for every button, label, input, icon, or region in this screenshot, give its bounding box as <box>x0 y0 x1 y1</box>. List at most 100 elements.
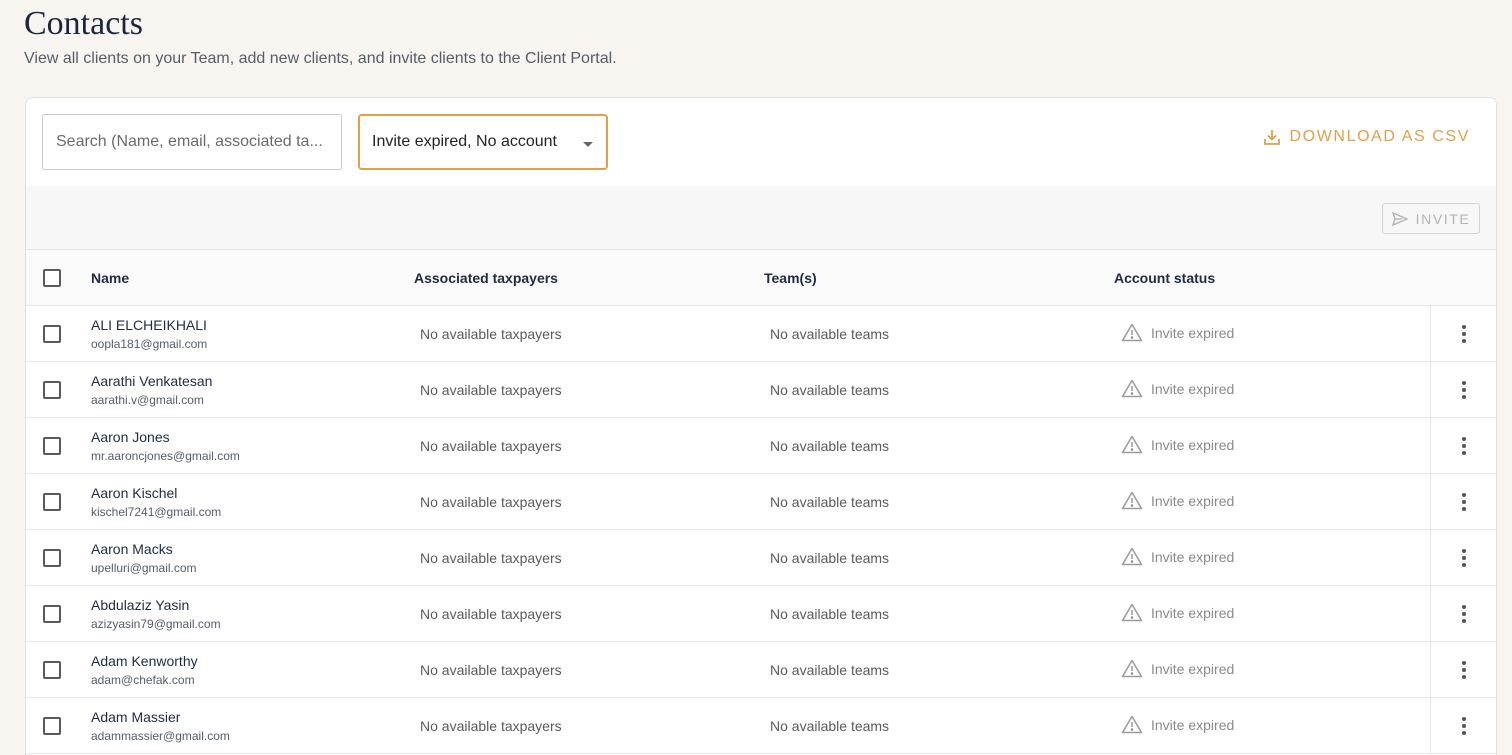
search-input[interactable] <box>42 114 342 170</box>
more-vertical-icon <box>1461 324 1466 343</box>
more-vertical-icon <box>1461 716 1466 735</box>
associated-taxpayers: No available taxpayers <box>420 550 562 566</box>
row-menu-button[interactable] <box>1430 418 1496 473</box>
contact-name[interactable]: Aaron Jones <box>91 429 170 445</box>
status-label: Invite expired <box>1151 548 1235 565</box>
table-row: Aaron Jones mr.aaroncjones@gmail.com No … <box>26 418 1496 474</box>
contact-email: mr.aaroncjones@gmail.com <box>91 449 240 463</box>
associated-taxpayers: No available taxpayers <box>420 606 562 622</box>
contact-name[interactable]: ALI ELCHEIKHALI <box>91 317 207 333</box>
row-checkbox[interactable] <box>43 381 61 399</box>
warning-icon <box>1121 603 1143 622</box>
associated-taxpayers: No available taxpayers <box>420 494 562 510</box>
account-status: Invite expired <box>1121 715 1234 734</box>
contact-name[interactable]: Adam Kenworthy <box>91 653 198 669</box>
toolbar: Invite expired, No account DOWNLOAD AS C… <box>26 98 1496 186</box>
associated-taxpayers: No available taxpayers <box>420 662 562 678</box>
account-status: Invite expired <box>1121 491 1234 510</box>
contact-email: kischel7241@gmail.com <box>91 505 222 519</box>
row-menu-button[interactable] <box>1430 474 1496 529</box>
status-label: Invite expired <box>1151 716 1235 733</box>
account-status: Invite expired <box>1121 323 1234 342</box>
column-header-status: Account status <box>1114 270 1216 286</box>
more-vertical-icon <box>1461 436 1466 455</box>
row-checkbox[interactable] <box>43 325 61 343</box>
more-vertical-icon <box>1461 492 1466 511</box>
table-row: Abdulaziz Yasin azizyasin79@gmail.com No… <box>26 586 1496 642</box>
row-checkbox[interactable] <box>43 493 61 511</box>
download-icon <box>1263 130 1280 145</box>
associated-taxpayers: No available taxpayers <box>420 326 562 342</box>
status-filter-select[interactable]: Invite expired, No account <box>358 114 608 170</box>
bulk-action-bar: INVITE <box>26 186 1496 250</box>
status-label: Invite expired <box>1151 436 1235 453</box>
table-row: Aaron Kischel kischel7241@gmail.com No a… <box>26 474 1496 530</box>
contact-email: upelluri@gmail.com <box>91 561 197 575</box>
row-checkbox[interactable] <box>43 661 61 679</box>
contact-name[interactable]: Abdulaziz Yasin <box>91 597 189 613</box>
warning-icon <box>1121 491 1143 510</box>
warning-icon <box>1121 715 1143 734</box>
invite-label: INVITE <box>1415 210 1471 227</box>
account-status: Invite expired <box>1121 547 1234 566</box>
table-row: ALI ELCHEIKHALI oopla181@gmail.com No av… <box>26 306 1496 362</box>
contact-email: oopla181@gmail.com <box>91 337 208 351</box>
account-status: Invite expired <box>1121 379 1234 398</box>
filter-value: Invite expired, No account <box>372 133 557 150</box>
teams: No available teams <box>770 382 890 398</box>
row-checkbox[interactable] <box>43 717 61 735</box>
teams: No available teams <box>770 550 890 566</box>
row-menu-button[interactable] <box>1430 530 1496 585</box>
row-menu-button[interactable] <box>1430 362 1496 417</box>
status-label: Invite expired <box>1151 380 1235 397</box>
contact-name[interactable]: Adam Massier <box>91 709 180 725</box>
table-row: Adam Kenworthy adam@chefak.com No availa… <box>26 642 1496 698</box>
contact-email: adam@chefak.com <box>91 673 195 687</box>
teams: No available teams <box>770 438 890 454</box>
invite-button[interactable]: INVITE <box>1382 203 1480 234</box>
send-icon <box>1391 211 1408 226</box>
row-menu-button[interactable] <box>1430 306 1496 361</box>
teams: No available teams <box>770 718 890 734</box>
contacts-card: Invite expired, No account DOWNLOAD AS C… <box>25 97 1497 755</box>
column-header-teams: Team(s) <box>764 270 817 286</box>
download-csv-button[interactable]: DOWNLOAD AS CSV <box>1263 128 1470 146</box>
table-row: Aarathi Venkatesan aarathi.v@gmail.com N… <box>26 362 1496 418</box>
more-vertical-icon <box>1461 604 1466 623</box>
contact-name[interactable]: Aaron Macks <box>91 541 173 557</box>
warning-icon <box>1121 659 1143 678</box>
row-checkbox[interactable] <box>43 437 61 455</box>
download-csv-label: DOWNLOAD AS CSV <box>1289 128 1470 145</box>
column-header-name[interactable]: Name <box>91 270 129 286</box>
table-header: Name Associated taxpayers Team(s) Accoun… <box>26 250 1496 306</box>
table-row: Aaron Macks upelluri@gmail.com No availa… <box>26 530 1496 586</box>
select-all-checkbox[interactable] <box>43 269 61 287</box>
caret-down-icon <box>583 142 593 147</box>
row-checkbox[interactable] <box>43 549 61 567</box>
row-menu-button[interactable] <box>1430 642 1496 697</box>
row-checkbox[interactable] <box>43 605 61 623</box>
contact-email: azizyasin79@gmail.com <box>91 617 221 631</box>
contact-name[interactable]: Aarathi Venkatesan <box>91 373 212 389</box>
warning-icon <box>1121 547 1143 566</box>
more-vertical-icon <box>1461 380 1466 399</box>
status-label: Invite expired <box>1151 324 1235 341</box>
contact-email: aarathi.v@gmail.com <box>91 393 204 407</box>
status-label: Invite expired <box>1151 604 1235 621</box>
contact-name[interactable]: Aaron Kischel <box>91 485 177 501</box>
teams: No available teams <box>770 494 890 510</box>
warning-icon <box>1121 323 1143 342</box>
account-status: Invite expired <box>1121 603 1234 622</box>
status-label: Invite expired <box>1151 492 1235 509</box>
teams: No available teams <box>770 326 890 342</box>
warning-icon <box>1121 379 1143 398</box>
more-vertical-icon <box>1461 548 1466 567</box>
teams: No available teams <box>770 606 890 622</box>
status-label: Invite expired <box>1151 660 1235 677</box>
teams: No available teams <box>770 662 890 678</box>
more-vertical-icon <box>1461 660 1466 679</box>
row-menu-button[interactable] <box>1430 698 1496 753</box>
row-menu-button[interactable] <box>1430 586 1496 641</box>
contact-email: adammassier@gmail.com <box>91 729 230 743</box>
associated-taxpayers: No available taxpayers <box>420 382 562 398</box>
